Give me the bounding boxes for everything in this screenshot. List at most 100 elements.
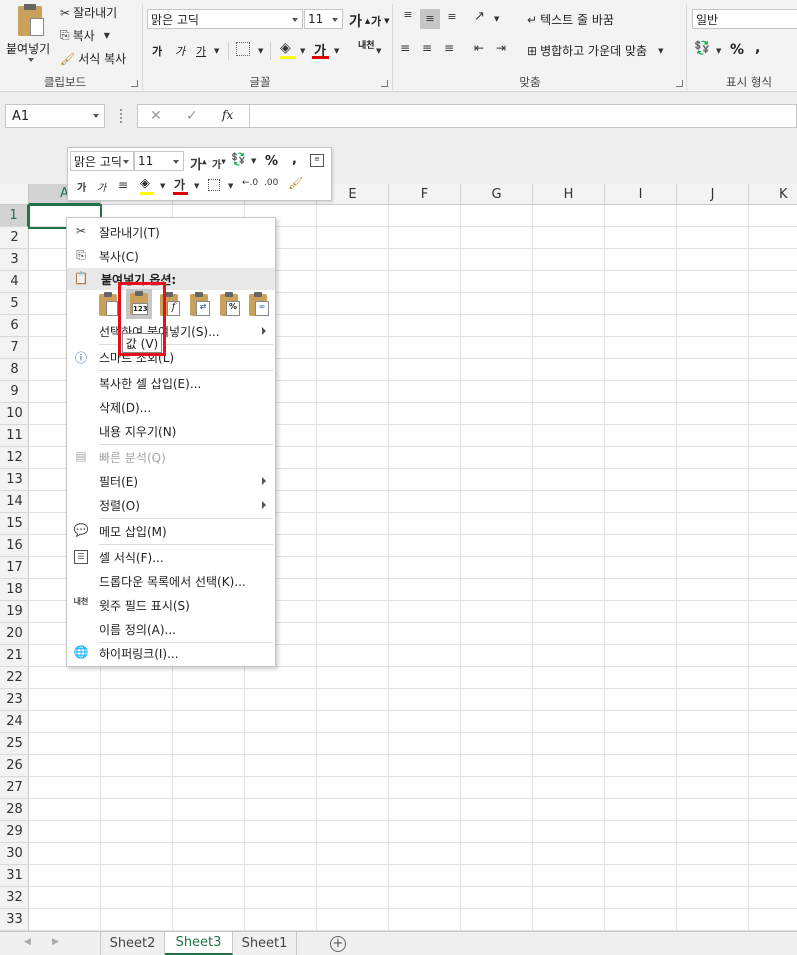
bold-icon[interactable]: 가 [77, 179, 86, 194]
row-header[interactable]: 12 [0, 447, 29, 469]
cancel-icon[interactable]: ✕ [150, 108, 162, 124]
font-launcher-icon[interactable] [381, 80, 388, 87]
menu-item-pick-list[interactable]: 드롭다운 목록에서 선택(K)... [67, 569, 275, 593]
chevron-down-icon[interactable]: ▼ [658, 47, 663, 55]
chevron-down-icon[interactable]: ▼ [228, 182, 233, 190]
font-name-select[interactable]: 맑은 고딕 [147, 9, 303, 29]
font-size-select[interactable]: 11 [304, 9, 343, 29]
mini-font-select[interactable]: 맑은 고딕 [70, 151, 134, 171]
scroll-right-icon[interactable]: ▶ [52, 937, 59, 947]
brush-icon[interactable]: 🖌 [288, 176, 303, 190]
row-header[interactable]: 28 [0, 799, 29, 821]
row-header[interactable]: 9 [0, 381, 29, 403]
row-header[interactable]: 23 [0, 689, 29, 711]
row-header[interactable]: 24 [0, 711, 29, 733]
mini-percent-button[interactable]: % [265, 154, 278, 169]
border-icon[interactable] [208, 179, 220, 191]
shrink-font-button[interactable]: 가 ▼ [371, 13, 390, 29]
row-header[interactable]: 10 [0, 403, 29, 425]
column-header[interactable]: I [605, 184, 677, 205]
paste-link-icon[interactable]: ∞ [246, 291, 270, 318]
menu-item-clear[interactable]: 내용 지우기(N) [67, 419, 275, 443]
menu-item-hyperlink[interactable]: 🌐 하이퍼링크(I)... [67, 641, 275, 665]
chevron-down-icon[interactable]: ▼ [258, 47, 263, 55]
row-header[interactable]: 20 [0, 623, 29, 645]
row-header[interactable]: 4 [0, 271, 29, 293]
italic-button[interactable]: 가 [175, 43, 185, 59]
add-sheet-button[interactable]: + [330, 936, 346, 952]
row-header[interactable]: 3 [0, 249, 29, 271]
mini-comma-button[interactable]: , [292, 152, 297, 167]
row-header[interactable]: 13 [0, 469, 29, 491]
sheet-tab[interactable]: Sheet2 [101, 932, 165, 955]
paste-button[interactable]: 붙여넣기 [4, 4, 54, 66]
increase-indent-icon[interactable]: ⇥ [496, 41, 506, 55]
number-format-select[interactable]: 일반 [692, 9, 797, 29]
merge-center-button[interactable]: ⊞ 병합하고 가운데 맞춤 ▼ [527, 42, 663, 59]
menu-item-paste-special[interactable]: 선택하여 붙여넣기(S)... [67, 319, 275, 343]
border-icon[interactable] [236, 42, 250, 56]
fill-color-icon[interactable]: ◈ [140, 176, 150, 191]
phonetic-button[interactable]: 내천 [358, 42, 375, 51]
name-box[interactable]: A1 [5, 104, 105, 128]
row-header[interactable]: 31 [0, 865, 29, 887]
font-color-icon[interactable]: 가 [174, 176, 185, 193]
menu-item-insert-comment[interactable]: 💬 메모 삽입(M) [67, 519, 275, 543]
grow-font-button[interactable]: 가 ▲ [349, 11, 370, 31]
row-header[interactable]: 25 [0, 733, 29, 755]
chevron-down-icon[interactable]: ▼ [494, 15, 499, 23]
chevron-down-icon[interactable]: ▼ [104, 31, 110, 40]
decrease-decimal-icon[interactable]: .00 [264, 178, 278, 188]
sheet-tab[interactable]: Sheet1 [233, 932, 297, 955]
sheet-tab-active[interactable]: Sheet3 [165, 932, 233, 955]
menu-item-smart-lookup[interactable]: ⓘ 스마트 조회(L) [67, 345, 275, 369]
column-header[interactable]: K [749, 184, 797, 205]
row-header[interactable]: 27 [0, 777, 29, 799]
scroll-left-icon[interactable]: ◀ [24, 937, 31, 947]
align-right-icon[interactable]: ≡ [444, 41, 454, 55]
row-header[interactable]: 26 [0, 755, 29, 777]
menu-item-insert-copied[interactable]: 복사한 셀 삽입(E)... [67, 371, 275, 395]
alignment-launcher-icon[interactable] [676, 80, 683, 87]
table-icon[interactable]: ≡ [310, 154, 324, 167]
row-header[interactable]: 19 [0, 601, 29, 623]
row-header[interactable]: 17 [0, 557, 29, 579]
clipboard-launcher-icon[interactable] [131, 80, 138, 87]
row-header[interactable]: 15 [0, 513, 29, 535]
menu-item-delete[interactable]: 삭제(D)... [67, 395, 275, 419]
underline-button[interactable]: 가 [196, 43, 206, 59]
chevron-down-icon[interactable]: ▼ [376, 47, 381, 55]
row-header[interactable]: 29 [0, 821, 29, 843]
cut-button[interactable]: ✂ 잘라내기 [60, 4, 117, 21]
column-header[interactable]: J [677, 184, 749, 205]
italic-icon[interactable]: 가 [97, 179, 106, 194]
chevron-down-icon[interactable]: ▼ [194, 182, 199, 190]
orientation-icon[interactable]: ↗ [474, 9, 485, 24]
row-header[interactable]: 30 [0, 843, 29, 865]
comma-button[interactable]: , [755, 40, 760, 56]
insert-function-button[interactable]: fx [222, 108, 233, 122]
chevron-down-icon[interactable]: ▼ [334, 47, 339, 55]
mini-size-select[interactable]: 11 [134, 151, 184, 171]
column-header[interactable]: G [461, 184, 533, 205]
formula-input[interactable] [250, 104, 797, 128]
grow-font-icon[interactable]: 가▲ [190, 154, 207, 173]
align-bottom-icon[interactable]: ≡ [444, 10, 460, 28]
chevron-down-icon[interactable]: ▼ [300, 47, 305, 55]
column-header[interactable]: H [533, 184, 605, 205]
copy-button[interactable]: ⎘ 복사 ▼ [60, 27, 110, 44]
row-header[interactable]: 5 [0, 293, 29, 315]
format-painter-button[interactable]: 🖌 서식 복사 [60, 50, 126, 67]
align-top-icon[interactable]: ≡ [400, 8, 416, 26]
row-header[interactable]: 8 [0, 359, 29, 381]
row-header[interactable]: 7 [0, 337, 29, 359]
row-header[interactable]: 32 [0, 887, 29, 909]
paste-default-icon[interactable] [96, 291, 120, 318]
row-header[interactable]: 1 [0, 205, 29, 227]
fill-color-icon[interactable]: ◈ [280, 40, 291, 56]
align-center-icon[interactable]: ≡ [118, 178, 128, 192]
chevron-down-icon[interactable]: ▼ [214, 47, 219, 55]
row-header[interactable]: 14 [0, 491, 29, 513]
chevron-down-icon[interactable]: ▼ [716, 47, 721, 55]
menu-item-define-name[interactable]: 이름 정의(A)... [67, 617, 275, 641]
